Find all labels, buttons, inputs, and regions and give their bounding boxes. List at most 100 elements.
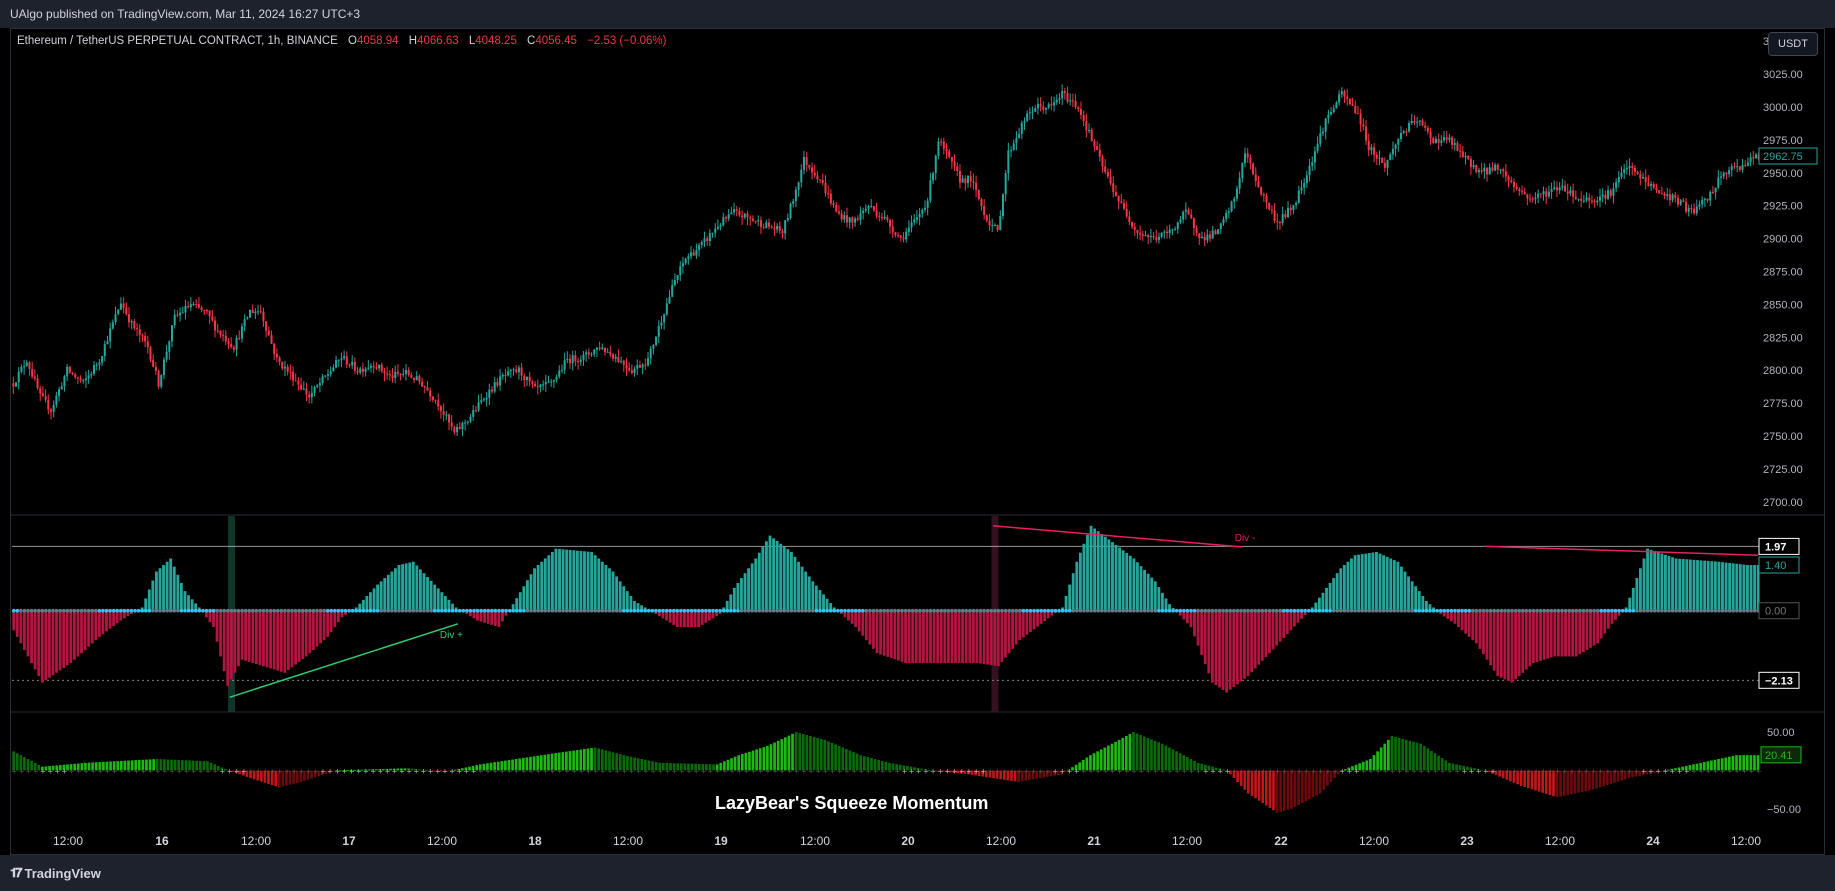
candle-body xyxy=(329,371,332,375)
tradingview-logo[interactable]: 𝟏𝟕 TradingView xyxy=(10,865,101,881)
candle-body xyxy=(923,207,927,210)
squeeze-cross: + xyxy=(1576,768,1582,776)
squeeze-dot xyxy=(1303,608,1307,613)
oscillator-bar xyxy=(440,592,444,611)
squeeze-cross: + xyxy=(1138,768,1144,776)
candle-body xyxy=(778,225,781,231)
squeeze-dot xyxy=(1663,608,1668,613)
squeeze-dot xyxy=(1296,608,1300,613)
candle-body xyxy=(544,382,547,385)
oscillator-bar xyxy=(1018,610,1022,641)
squeeze-dot xyxy=(750,608,755,613)
candle-body xyxy=(542,384,545,386)
candle-body xyxy=(1362,124,1365,127)
candle-body xyxy=(1356,113,1359,115)
squeeze-dot xyxy=(1100,608,1104,613)
squeeze-cross: + xyxy=(830,768,836,776)
candle-body xyxy=(1085,121,1088,131)
candle-body xyxy=(1340,91,1343,95)
squeeze-dot xyxy=(115,608,120,613)
squeeze-dot xyxy=(921,608,926,613)
candle-body xyxy=(1636,171,1639,175)
symbol-name[interactable]: Ethereum / TetherUS PERPETUAL CONTRACT, … xyxy=(17,35,338,47)
squeeze-cross: + xyxy=(492,768,498,776)
candle-body xyxy=(1144,235,1147,237)
candle-body xyxy=(447,414,451,423)
oscillator-bar xyxy=(1139,566,1143,611)
squeeze-cross: + xyxy=(62,768,68,776)
squeeze-cross: + xyxy=(514,768,520,776)
candle-body xyxy=(929,180,932,201)
oscillator-bar xyxy=(1232,610,1236,687)
squeeze-cross: + xyxy=(327,768,333,776)
candle-body xyxy=(259,311,262,313)
candle-body xyxy=(1397,139,1400,145)
squeeze-dot xyxy=(1132,608,1136,613)
squeeze-dot xyxy=(650,608,655,613)
candle-body xyxy=(1187,209,1190,215)
squeeze-cross: + xyxy=(1095,768,1101,776)
oscillator-bar xyxy=(433,584,437,611)
candle-body xyxy=(388,373,391,376)
last-price-label: 2962.75 xyxy=(1763,151,1803,163)
oscillator-bar xyxy=(1553,610,1557,657)
candle-body xyxy=(200,307,203,311)
squeeze-cross: + xyxy=(1425,768,1431,776)
squeeze-dot xyxy=(1149,608,1154,613)
currency-button[interactable]: USDT xyxy=(1768,32,1818,56)
candle-body xyxy=(461,422,464,430)
candle-body xyxy=(74,374,77,378)
oscillator-bar xyxy=(1628,597,1632,611)
squeeze-dot xyxy=(1510,608,1514,613)
squeeze-dot xyxy=(918,608,922,613)
squeeze-dot xyxy=(639,608,644,613)
candle-body xyxy=(515,369,518,373)
chart-canvas[interactable]: 3050.003025.003000.002975.002950.002925.… xyxy=(0,0,1835,891)
squeeze-cross: + xyxy=(1347,768,1353,776)
oscillator-bar xyxy=(258,610,262,666)
candle-body xyxy=(1219,223,1222,230)
oscillator-bar xyxy=(1011,610,1015,649)
candle-body xyxy=(1709,192,1712,201)
candle-body xyxy=(1728,170,1731,175)
oscillator-bar xyxy=(158,568,162,611)
squeeze-dot xyxy=(793,608,797,613)
oscillator-bar xyxy=(1118,547,1122,611)
squeeze-dot xyxy=(1153,608,1158,613)
price-axis-label: 2700.00 xyxy=(1763,497,1803,509)
candle-body xyxy=(1574,196,1577,199)
momentum-bar xyxy=(823,739,827,771)
squeeze-dot xyxy=(514,608,519,613)
squeeze-dot xyxy=(1207,608,1211,613)
squeeze-cross: + xyxy=(557,768,563,776)
candle-body xyxy=(700,242,703,246)
candle-body xyxy=(170,325,174,342)
squeeze-dot xyxy=(472,608,476,613)
squeeze-cross: + xyxy=(1504,768,1510,776)
momentum-bar xyxy=(1157,742,1160,771)
squeeze-dot xyxy=(1649,608,1653,613)
squeeze-dot xyxy=(1196,608,1200,613)
candle-body xyxy=(1233,198,1236,202)
candle-body xyxy=(353,361,356,371)
squeeze-dot xyxy=(58,608,62,613)
squeeze-dot xyxy=(539,608,544,613)
candle-body xyxy=(738,210,741,216)
candle-body xyxy=(31,368,34,377)
squeeze-dot xyxy=(447,608,451,613)
squeeze-cross: + xyxy=(1217,768,1223,776)
squeeze-dot xyxy=(1289,608,1293,613)
squeeze-dot xyxy=(97,608,102,613)
squeeze-dot xyxy=(1274,608,1279,613)
footer-bar: 𝟏𝟕 TradingView xyxy=(0,855,1835,891)
squeeze-dot xyxy=(497,608,501,613)
oscillator-bar xyxy=(568,549,572,611)
squeeze-dot xyxy=(950,608,954,613)
candle-body xyxy=(880,216,883,219)
squeeze-cross: + xyxy=(1756,768,1762,776)
oscillator-bar xyxy=(1089,525,1093,611)
candle-body xyxy=(1230,201,1233,212)
squeeze-cross: + xyxy=(808,768,814,776)
squeeze-dot xyxy=(404,608,408,613)
candle-body xyxy=(582,354,585,360)
